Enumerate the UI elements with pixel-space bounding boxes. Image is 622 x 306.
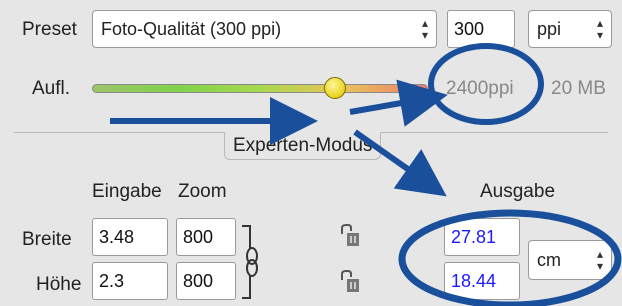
height-input[interactable]: 2.3	[92, 262, 168, 300]
chain-link-icon[interactable]	[240, 224, 264, 300]
up-down-arrows-icon: ▴ ▾	[596, 16, 603, 42]
height-zoom-input[interactable]: 800	[176, 262, 236, 300]
resolution-ppi-text: 2400ppi	[446, 78, 514, 99]
ppi-unit-select[interactable]: ppi ▴ ▾	[528, 10, 612, 48]
output-column-header: Ausgabe	[480, 181, 556, 202]
ppi-unit-value: ppi	[537, 18, 562, 39]
width-zoom-input[interactable]: 800	[176, 218, 236, 256]
height-input-value: 2.3	[99, 271, 125, 291]
lock-icon[interactable]	[340, 224, 360, 248]
height-label: Höhe	[36, 274, 82, 295]
preset-select[interactable]: Foto-Qualität (300 ppi) ▴ ▾	[92, 10, 437, 48]
width-input[interactable]: 3.48	[92, 218, 168, 256]
ppi-input-value: 300	[454, 19, 485, 39]
preset-label: Preset	[22, 19, 77, 40]
preset-select-value: Foto-Qualität (300 ppi)	[101, 18, 282, 39]
height-output-value: 18.44	[451, 271, 497, 291]
file-size-text: 20 MB	[551, 78, 606, 99]
ppi-input[interactable]: 300	[447, 10, 515, 48]
expert-mode-toggle[interactable]: Experten-Modus	[224, 132, 382, 160]
width-label: Breite	[22, 229, 72, 250]
width-output-field[interactable]: 27.81	[444, 218, 520, 256]
width-input-value: 3.48	[99, 227, 135, 247]
height-output-field[interactable]: 18.44	[444, 262, 520, 300]
input-column-header: Eingabe	[92, 181, 162, 202]
lock-icon[interactable]	[340, 270, 360, 294]
width-output-value: 27.81	[451, 227, 497, 247]
resolution-label: Aufl.	[32, 78, 71, 99]
zoom-column-header: Zoom	[178, 181, 227, 202]
expert-mode-title: Experten-Modus	[233, 134, 373, 156]
resolution-slider-track[interactable]	[92, 84, 428, 93]
output-unit-select[interactable]: cm ▴ ▾	[528, 240, 612, 280]
resolution-slider-thumb[interactable]	[324, 77, 346, 99]
width-zoom-value: 800	[183, 227, 214, 247]
output-unit-value: cm	[537, 249, 561, 270]
annotation-arrow-2	[349, 79, 448, 127]
up-down-arrows-icon: ▴ ▾	[421, 16, 428, 42]
up-down-arrows-icon: ▴ ▾	[596, 247, 603, 273]
height-zoom-value: 800	[183, 271, 214, 291]
